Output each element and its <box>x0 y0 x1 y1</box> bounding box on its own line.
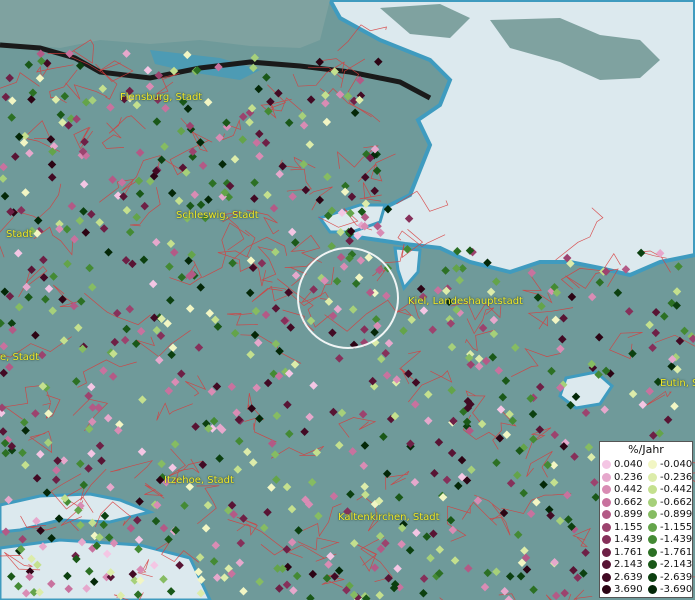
legend-value: -2.143 <box>660 559 693 570</box>
legend-value: 0.899 <box>614 509 643 520</box>
legend-swatch <box>648 535 657 544</box>
legend-swatch <box>602 497 611 507</box>
legend-value: -2.639 <box>660 571 693 583</box>
legend-swatch <box>648 572 657 582</box>
legend-value: -0.899 <box>660 509 693 520</box>
legend-swatch <box>648 460 657 469</box>
legend-value: 2.143 <box>614 559 643 570</box>
legend-swatch <box>602 460 611 469</box>
legend-swatch <box>648 510 657 519</box>
legend-swatch <box>648 522 657 532</box>
legend-value: 0.662 <box>614 496 643 508</box>
legend-value: -3.690 <box>660 584 693 595</box>
legend-value: 2.639 <box>614 571 643 583</box>
denmark-coast <box>0 0 330 48</box>
legend-swatch <box>602 560 611 569</box>
legend-swatch <box>648 497 657 507</box>
legend-swatch <box>648 585 657 594</box>
legend-value: -0.040 <box>660 459 693 470</box>
legend-value: 3.690 <box>614 584 643 595</box>
legend-value: -0.662 <box>660 496 693 508</box>
legend-value: 1.761 <box>614 546 643 558</box>
legend-swatch <box>602 585 611 594</box>
legend-swatch <box>648 485 657 494</box>
legend-swatch <box>602 510 611 519</box>
legend-swatch <box>648 472 657 482</box>
legend: %/Jahr 0.040 -0.040 0.236 -0.236 0.442 -0.442… <box>599 441 693 598</box>
legend-swatch <box>602 547 611 557</box>
legend-swatch <box>602 485 611 494</box>
legend-value: 1.439 <box>614 534 643 545</box>
place-label-schleswig: Schleswig, Stadt <box>176 210 259 221</box>
legend-value: -1.155 <box>660 521 693 533</box>
legend-swatch <box>602 572 611 582</box>
place-label-flensburg: Flensburg, Stadt <box>120 92 203 103</box>
map-canvas[interactable] <box>0 0 695 600</box>
place-label-eutin: Eutin, S <box>660 378 695 389</box>
legend-value: -0.236 <box>660 471 693 483</box>
legend-value: 0.040 <box>614 459 643 470</box>
legend-swatch <box>648 560 657 569</box>
legend-title: %/Jahr <box>628 443 664 456</box>
legend-value: 1.155 <box>614 521 643 533</box>
place-label-kiel: Kiel, Landeshauptstadt <box>408 296 523 307</box>
legend-value: 0.236 <box>614 471 643 483</box>
place-label-itzehoe: Itzehoe, Stadt <box>164 475 234 486</box>
place-label-ue-stadt: e, Stadt <box>0 352 40 363</box>
legend-swatch <box>602 472 611 482</box>
legend-swatch <box>648 547 657 557</box>
legend-value: -0.442 <box>660 484 693 495</box>
legend-swatch <box>602 535 611 544</box>
legend-value: -1.761 <box>660 546 693 558</box>
place-label-stadt-west: Stadt <box>6 229 33 240</box>
map-view[interactable]: Flensburg, Stadt Schleswig, Stadt Stadt … <box>0 0 695 600</box>
legend-value: -1.439 <box>660 534 693 545</box>
place-label-kaltenkirchen: Kaltenkirchen, Stadt <box>338 512 440 523</box>
legend-swatch <box>602 522 611 532</box>
legend-value: 0.442 <box>614 484 643 495</box>
